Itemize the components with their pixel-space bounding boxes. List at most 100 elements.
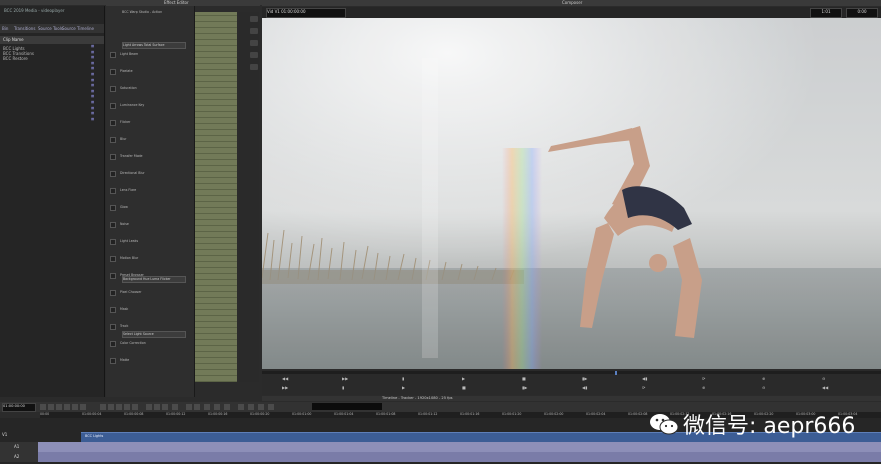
timeline-tool-button[interactable] (124, 404, 130, 410)
timeline-tool-button[interactable] (40, 404, 46, 410)
timeline-tool-button[interactable] (194, 404, 200, 410)
audio-track-a1[interactable] (38, 442, 881, 452)
fx-expand-toggle[interactable] (110, 154, 116, 160)
transport-button[interactable]: ▶▶ (342, 376, 348, 381)
timeline-tool-button[interactable] (214, 404, 220, 410)
fx-dropdown[interactable]: Background Hue Luma Flicker (122, 276, 186, 283)
fx-expand-toggle[interactable] (110, 86, 116, 92)
fx-dropdown[interactable]: Select Light Source (122, 331, 186, 338)
bin-tabs: Bin Transitions Source Tools Source Time… (0, 24, 104, 33)
composer-tc-2[interactable]: 0:00 (846, 8, 878, 18)
timeline-tool-button[interactable] (72, 404, 78, 410)
hand-tool-icon[interactable] (250, 16, 258, 22)
timeline-tool-button[interactable] (56, 404, 62, 410)
fx-expand-toggle[interactable] (110, 290, 116, 296)
fx-expand-toggle[interactable] (110, 239, 116, 245)
track-label-a2[interactable]: A2 (14, 454, 19, 459)
fx-expand-toggle[interactable] (110, 307, 116, 313)
transport-button[interactable]: ⊕ (702, 385, 705, 390)
ruler-tick-label: 01:00:02:08 (628, 412, 648, 416)
audio-track-a2[interactable] (38, 452, 881, 462)
timeline-tool-button[interactable] (224, 404, 230, 410)
clip-icon[interactable]: ▦ (91, 117, 103, 123)
composer-tc-1[interactable]: 1:01 (810, 8, 842, 18)
fx-expand-toggle[interactable] (110, 120, 116, 126)
timeline-tool-button[interactable] (132, 404, 138, 410)
timeline-tool-button[interactable] (146, 404, 152, 410)
wechat-watermark: 微信号: aepr666 (649, 408, 855, 440)
timeline-tool-button[interactable] (100, 404, 106, 410)
timeline-tool-button[interactable] (64, 404, 70, 410)
timeline-position-box[interactable] (312, 403, 382, 410)
fx-expand-toggle[interactable] (110, 137, 116, 143)
timeline-tool-button[interactable] (162, 404, 168, 410)
crop-tool-icon[interactable] (250, 40, 258, 46)
ruler-tick-label: 01:00:01:00 (292, 412, 312, 416)
transport-button[interactable]: ◀◀ (822, 385, 828, 390)
transport-button[interactable]: ⊖ (762, 385, 765, 390)
position-bar[interactable] (262, 371, 881, 375)
transport-button[interactable]: ◀▮ (582, 385, 587, 390)
timeline-tool-button[interactable] (80, 404, 86, 410)
position-indicator[interactable] (614, 371, 617, 375)
fx-dropdown[interactable]: Light Arrows Total Surface (122, 42, 186, 49)
transport-button[interactable]: ▶▶ (282, 385, 288, 390)
timeline-tool-button[interactable] (204, 404, 210, 410)
ruler-tick-label: 01:00:00:08 (124, 412, 144, 416)
timeline-tool-button[interactable] (172, 404, 178, 410)
composer-viewer[interactable] (262, 18, 881, 369)
transport-button[interactable]: ▶ (462, 376, 465, 381)
fx-expand-toggle[interactable] (110, 103, 116, 109)
timeline-tool-button[interactable] (154, 404, 160, 410)
transport-button[interactable]: ■ (522, 376, 526, 381)
scale-tool-icon[interactable] (250, 52, 258, 58)
timeline-tool-button[interactable] (258, 404, 264, 410)
fx-expand-toggle[interactable] (110, 358, 116, 364)
timeline-tool-button[interactable] (108, 404, 114, 410)
transport-button[interactable]: ◀◀ (282, 376, 288, 381)
timeline-tool-button[interactable] (238, 404, 244, 410)
fx-expand-toggle[interactable] (110, 222, 116, 228)
timeline-tool-button[interactable] (48, 404, 54, 410)
fx-expand-toggle[interactable] (110, 52, 116, 58)
transport-button[interactable]: ■ (462, 385, 466, 390)
timeline-tool-button[interactable] (186, 404, 192, 410)
track-label-v1[interactable]: V1 (2, 432, 7, 437)
transport-button[interactable]: ▮ (402, 376, 404, 381)
timeline-title: Timeline - Tracker - 1920x1080 - 25 fps (382, 396, 453, 400)
list-item[interactable]: BCC Restore (3, 56, 34, 61)
transport-button[interactable]: ◀▮ (642, 376, 647, 381)
fx-expand-toggle[interactable] (110, 188, 116, 194)
tab-transitions[interactable]: Transitions (14, 26, 35, 31)
transport-button[interactable]: ⟳ (702, 376, 705, 381)
fx-expand-toggle[interactable] (110, 256, 116, 262)
tab-source-timeline[interactable]: Source Timeline (62, 26, 94, 31)
fx-expand-toggle[interactable] (110, 273, 116, 279)
fx-expand-toggle[interactable] (110, 69, 116, 75)
tab-bin[interactable]: Bin (2, 26, 8, 31)
master-timecode[interactable]: 01:00:00:00 (2, 403, 36, 412)
transport-button[interactable]: ▮ (342, 385, 344, 390)
composer-left-timecode[interactable]: Vid V1 01:00:00:00 (266, 8, 346, 18)
composer-side-tools (247, 10, 261, 130)
fx-expand-toggle[interactable] (110, 324, 116, 330)
transport-button[interactable]: ▮▶ (582, 376, 587, 381)
fx-param-label: Mask (120, 307, 129, 311)
transport-button[interactable]: ⊖ (822, 376, 825, 381)
fx-expand-toggle[interactable] (110, 341, 116, 347)
zoom-tool-icon[interactable] (250, 28, 258, 34)
transport-button[interactable]: ⊕ (762, 376, 765, 381)
timeline-tool-button[interactable] (248, 404, 254, 410)
rotate-tool-icon[interactable] (250, 64, 258, 70)
keyframe-graph[interactable] (195, 12, 237, 382)
fx-param-label: Lens Flare (120, 188, 137, 192)
tab-source-tools[interactable]: Source Tools (38, 26, 63, 31)
track-label-a1[interactable]: A1 (14, 444, 19, 449)
transport-button[interactable]: ▶ (402, 385, 405, 390)
timeline-tool-button[interactable] (116, 404, 122, 410)
timeline-tool-button[interactable] (268, 404, 274, 410)
fx-expand-toggle[interactable] (110, 171, 116, 177)
transport-button[interactable]: ⟳ (642, 385, 645, 390)
transport-button[interactable]: ▮▶ (522, 385, 527, 390)
fx-expand-toggle[interactable] (110, 205, 116, 211)
